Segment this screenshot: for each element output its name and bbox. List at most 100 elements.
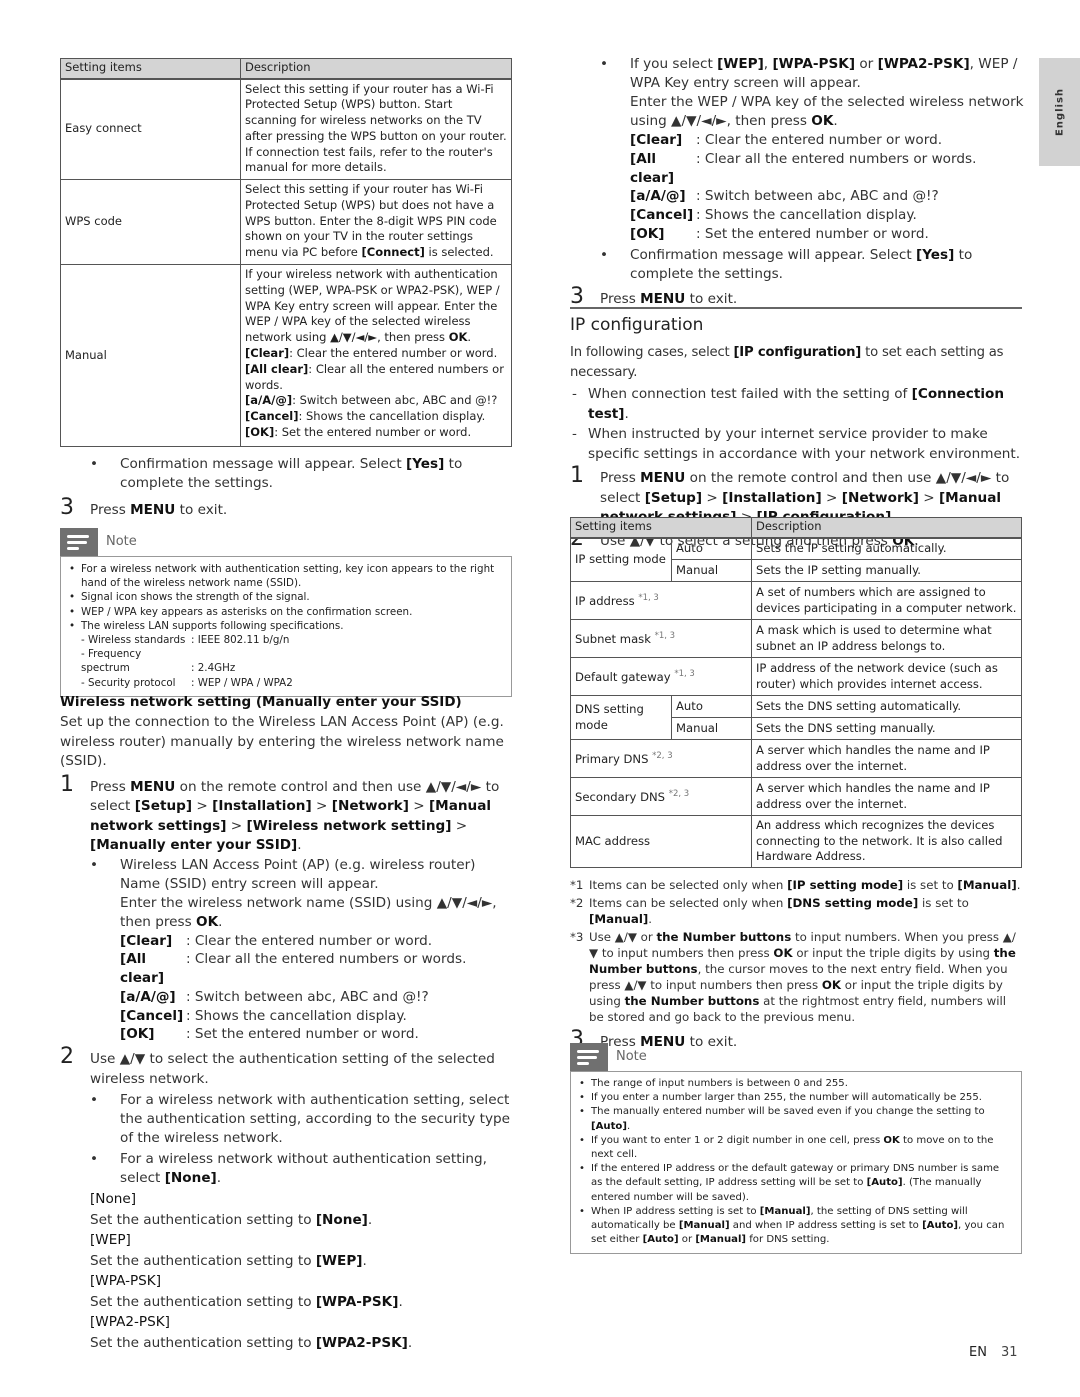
auth-option-label: [WPA-PSK] [90, 1273, 162, 1290]
key-desc: : Switch between abc, ABC and @!? [696, 188, 939, 205]
bullet-text: or [855, 56, 878, 72]
bullet-bold: [None] [164, 1170, 217, 1187]
footnote-ref: *1, 3 [638, 593, 659, 604]
footnote: *1 Items can be selected only when [IP se… [570, 877, 1022, 893]
wireless-settings-table: Setting items Description Easy connect S… [60, 58, 512, 447]
setting-item-label: Secondary DNS [575, 790, 666, 805]
manual-ssid-section: Wireless network setting (Manually enter… [60, 694, 515, 1353]
note-header: Note [60, 528, 512, 556]
key-desc: : Shows the cancellation display. [298, 409, 486, 424]
note-item: The range of input numbers is between 0 … [579, 1077, 1013, 1091]
spec-value: : 2.4GHz [191, 662, 236, 675]
path-sep: > [192, 798, 213, 814]
footnote-bold: [IP setting mode] [787, 878, 904, 892]
path-sep: > [226, 817, 247, 834]
setting-description: A server which handles the name and IP a… [751, 777, 1022, 816]
note-item: If you enter a number larger than 255, t… [579, 1091, 1013, 1105]
table-header-description: Description [751, 517, 1022, 539]
setting-item: Subnet mask *1, 3 [570, 619, 752, 658]
bullet-dot: • [90, 1092, 99, 1109]
dash-marker: - [572, 426, 577, 442]
path-sep: > [408, 798, 429, 814]
table-row: WPS code Select this setting if your rou… [60, 179, 512, 265]
spec-key: - Wireless standards [81, 634, 186, 647]
note-icon [60, 528, 98, 556]
menu-path: [Manually enter your SSID] [90, 837, 298, 853]
language-tab: English [1039, 58, 1080, 166]
section-divider [570, 307, 1022, 309]
auth-desc-text: Set the authentication setting to [90, 1211, 316, 1228]
confirm-bullet: • Confirmation message will appear. Sele… [570, 246, 1025, 284]
key-desc: : Set the entered number or word. [696, 225, 929, 242]
setting-description: Sets the IP setting automatically. [751, 537, 1022, 560]
bullet: • For a wireless network with authentica… [60, 1091, 515, 1148]
note-text: . [626, 1120, 631, 1132]
setting-item: Default gateway *1, 3 [570, 657, 752, 696]
bullet-bold: [Yes] [915, 246, 955, 263]
key-entry: [a/A/@]: Switch between abc, ABC and @!? [245, 393, 507, 409]
auth-value: [WPA2-PSK] [315, 1334, 408, 1351]
footnote-bold: [DNS setting mode] [787, 896, 919, 910]
setting-item: Primary DNS *2, 3 [570, 739, 752, 778]
footnote-ref: *1, 3 [654, 631, 676, 642]
auth-option-desc: Set the authentication setting to [WPA2-… [90, 1334, 413, 1351]
auth-option-label: [None] [90, 1191, 137, 1208]
footnote: *2 Items can be selected only when [DNS s… [570, 895, 1022, 927]
key-name: [All clear] [245, 361, 309, 376]
setting-description: Sets the IP setting manually. [751, 559, 1022, 582]
note-text: The manually entered number will be save… [591, 1106, 985, 1118]
auth-options: [None] Set the authentication setting to… [60, 1189, 515, 1353]
step-number: 1 [60, 771, 74, 797]
language-tab-label: English [1054, 87, 1065, 137]
note-item: The wireless LAN supports following spec… [69, 619, 503, 633]
auth-option-label: [WEP] [90, 1232, 131, 1249]
note-bold: [Manual] [678, 1220, 730, 1232]
setting-item: Easy connect [60, 78, 241, 180]
bullet-text: Wireless LAN Access Point (AP) (e.g. wir… [120, 856, 476, 892]
setting-option: Auto [671, 695, 752, 718]
desc-bold: [Connect] [361, 245, 425, 260]
footnote-text: Items can be selected only when [589, 896, 788, 910]
bullet-bold: [WEP] [717, 56, 764, 72]
bullet-dot: • [600, 56, 609, 72]
table-header-setting-items: Setting items [570, 517, 752, 539]
setting-option: Auto [671, 537, 752, 560]
table-header-description: Description [240, 58, 512, 80]
menu-path: [Installation] [722, 489, 822, 506]
menu-path: [Network] [331, 798, 409, 814]
case-text: When connection test failed with the set… [588, 386, 912, 402]
key-desc: : Clear the entered number or word. [186, 932, 433, 949]
step-bold: MENU [130, 502, 176, 518]
setting-item-label: Subnet mask [575, 632, 651, 647]
setting-description: Sets the DNS setting manually. [751, 717, 1022, 740]
setting-description: Select this setting if your router has a… [240, 78, 512, 180]
auth-desc-text: Set the authentication setting to [90, 1252, 316, 1269]
footnote-text: . [648, 912, 653, 926]
menu-path: [Network] [841, 489, 919, 506]
key-name: [a/A/@] [245, 393, 293, 408]
step-text: to exit. [685, 290, 738, 307]
key-name: [Cancel] [630, 207, 694, 224]
key-desc: : Clear the entered number or word. [696, 132, 943, 148]
setting-description: IP address of the network device (such a… [751, 657, 1022, 696]
key-desc: : Shows the cancellation display. [186, 1007, 407, 1024]
path-sep: > [821, 489, 842, 506]
note-header: Note [570, 1043, 1022, 1071]
key-name: [Clear] [120, 932, 173, 949]
footnote-text: is set to [918, 896, 969, 910]
table-header-setting-items: Setting items [60, 58, 241, 80]
case-item: - When instructed by your internet servic… [570, 425, 1022, 464]
note-bold: [Auto] [922, 1220, 959, 1232]
step-text: Press [90, 502, 131, 518]
case-text: . [624, 405, 629, 422]
auth-value: [WEP] [315, 1252, 363, 1269]
intro-bold: [IP configuration] [733, 345, 862, 360]
footnote-text: or input the triple digits by using [792, 946, 994, 960]
setting-description: A set of numbers which are assigned to d… [751, 581, 1022, 620]
step-2: 2 Use ▲/▼ to select the authentication s… [60, 1046, 515, 1089]
note-bold: [Auto] [642, 1234, 679, 1246]
auth-option-desc: Set the authentication setting to [WPA-P… [90, 1293, 403, 1310]
table-header-row: Setting items Description [60, 58, 512, 80]
spec-value: : WEP / WPA / WPA2 [191, 676, 293, 689]
setting-description: A server which handles the name and IP a… [751, 739, 1022, 778]
